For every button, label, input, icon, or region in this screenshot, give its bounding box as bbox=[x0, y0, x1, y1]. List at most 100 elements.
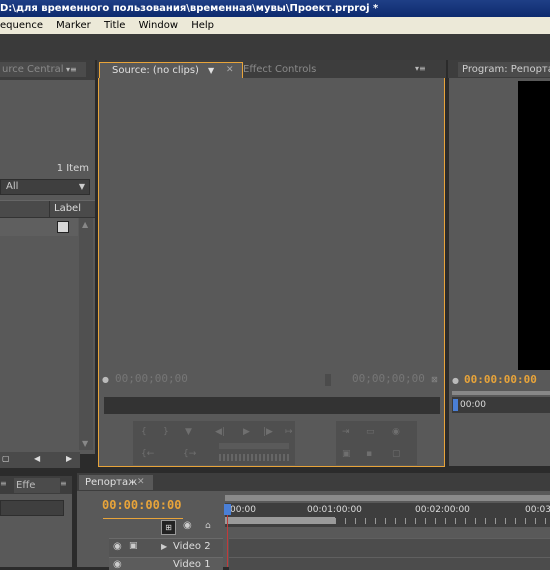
ruler-label: 00:01:00:00 bbox=[307, 505, 362, 515]
eye-icon[interactable]: ◉ bbox=[113, 559, 122, 570]
project-tab-bar: urce Central ▾≡ bbox=[0, 60, 95, 80]
zoom-scroll-bar[interactable] bbox=[225, 517, 335, 524]
program-time-ruler[interactable]: 00:00 bbox=[452, 397, 550, 413]
list-item[interactable] bbox=[0, 218, 78, 236]
menu-marker[interactable]: Marker bbox=[56, 20, 91, 31]
marker-icon[interactable]: ▼ bbox=[185, 427, 192, 437]
panel-menu-icon[interactable]: ▾≡ bbox=[66, 65, 80, 75]
resource-central-tab-label: urce Central bbox=[2, 64, 64, 75]
timeline-timecode[interactable]: 00:00:00:00 bbox=[102, 498, 181, 512]
label-column-header[interactable]: Label bbox=[54, 203, 81, 214]
program-monitor-panel: ● 00:00:00:00 00:00 bbox=[449, 78, 550, 466]
timecode-underline bbox=[103, 518, 183, 519]
label-color-swatch bbox=[57, 221, 69, 233]
go-out-icon[interactable]: {→ bbox=[183, 449, 196, 459]
eye-icon[interactable]: ◉ bbox=[113, 541, 122, 552]
source-time-ruler[interactable] bbox=[104, 397, 440, 414]
effects-search-input[interactable] bbox=[0, 500, 64, 516]
playhead[interactable] bbox=[224, 504, 231, 515]
scroll-right-icon[interactable]: ▶ bbox=[66, 454, 72, 463]
source-tab[interactable]: Source: (no clips) ▼ ✕ bbox=[99, 62, 243, 78]
snap-icon[interactable]: ⊞ bbox=[161, 520, 176, 535]
export-frame-icon[interactable]: ▣ bbox=[342, 449, 351, 459]
set-in-icon[interactable]: { bbox=[141, 427, 147, 437]
safe-margins-icon[interactable]: ⊠ bbox=[431, 375, 438, 384]
effect-controls-tab[interactable]: Effect Controls bbox=[243, 62, 353, 77]
panel-menu-icon[interactable]: ▾≡ bbox=[415, 64, 426, 73]
play-icon[interactable]: ▶ bbox=[243, 427, 250, 437]
step-back-icon[interactable]: ◀| bbox=[215, 427, 225, 437]
playhead-marker-icon: ● bbox=[102, 375, 109, 384]
audio-icon[interactable]: ◉ bbox=[392, 427, 400, 437]
loop-icon[interactable]: ↦ bbox=[285, 427, 293, 437]
timeline-ruler[interactable]: :00:00 00:01:00:00 00:02:00:00 00:03 bbox=[225, 503, 550, 527]
scroll-up-icon[interactable]: ▲ bbox=[82, 220, 88, 229]
program-tab-label: Program: Репортаж bbox=[462, 64, 550, 75]
panel-menu-icon[interactable]: ≡ bbox=[60, 479, 70, 490]
menu-sequence[interactable]: equence bbox=[0, 20, 43, 31]
ruler-label: 00:03 bbox=[525, 505, 550, 515]
sequence-tab-label: Репортаж bbox=[85, 477, 138, 488]
project-bottom-bar: ▢ ◀ ▶ bbox=[0, 452, 80, 468]
icon-view-icon[interactable]: ▢ bbox=[2, 454, 14, 465]
source-tab-label: Source: (no clips) bbox=[112, 65, 199, 76]
keyframe-icon[interactable]: ◉ bbox=[183, 520, 192, 531]
source-tab-bar: Source: (no clips) ▼ ✕ Effect Controls ▾… bbox=[97, 60, 446, 78]
track-lane[interactable] bbox=[229, 557, 550, 570]
track-name: Video 1 bbox=[173, 559, 211, 570]
insert-icon[interactable]: ⇥ bbox=[342, 427, 350, 437]
marker-icon[interactable]: ⌂ bbox=[205, 521, 211, 531]
scroll-down-icon[interactable]: ▼ bbox=[82, 439, 88, 448]
lock-icon[interactable]: ▣ bbox=[129, 541, 138, 551]
timeline-tab-bar: Репортаж ✕ bbox=[77, 473, 550, 491]
program-timecode[interactable]: 00:00:00:00 bbox=[464, 373, 537, 386]
playhead-line bbox=[227, 515, 228, 567]
source-monitor-panel: ● 00;00;00;00 00;00;00;00 ⊠ { } ▼ ◀| ▶ |… bbox=[98, 78, 445, 467]
step-forward-icon[interactable]: |▶ bbox=[263, 427, 273, 437]
menu-title[interactable]: Title bbox=[104, 20, 125, 31]
workspace-gap bbox=[0, 34, 550, 60]
close-icon[interactable]: ✕ bbox=[226, 63, 234, 78]
overlay-icon[interactable]: ▭ bbox=[366, 427, 375, 437]
scrubber-handle bbox=[325, 374, 331, 386]
go-in-icon[interactable]: {← bbox=[141, 449, 154, 459]
sequence-tab[interactable]: Репортаж ✕ bbox=[79, 475, 153, 490]
lower-left-tab-bar: ≡ Effe ≡ bbox=[0, 476, 72, 494]
expand-arrow-icon[interactable]: ▶ bbox=[161, 542, 167, 551]
source-timecode-left[interactable]: 00;00;00;00 bbox=[115, 372, 188, 385]
vertical-scrollbar[interactable]: ▲ ▼ bbox=[79, 218, 93, 450]
close-icon[interactable]: ✕ bbox=[137, 475, 145, 490]
set-out-icon[interactable]: } bbox=[163, 427, 169, 437]
transport-controls: { } ▼ ◀| ▶ |▶ ↦ {← {→ bbox=[133, 421, 295, 465]
chevron-down-icon: ▼ bbox=[78, 182, 85, 191]
program-tab-bar: Program: Репортаж bbox=[448, 60, 550, 78]
window-title: D:\для временного пользования\временная\… bbox=[0, 3, 379, 14]
filter-dropdown[interactable]: All ▼ bbox=[0, 179, 90, 195]
track-header: ◉ Video 1 bbox=[109, 557, 223, 570]
timeline-panel: 00:00:00:00 ⊞ ◉ ⌂ :00:00 00:01:00:00 00:… bbox=[77, 491, 550, 570]
project-panel: 1 Item All ▼ Label ▲ ▼ bbox=[0, 80, 95, 454]
playhead[interactable] bbox=[453, 399, 458, 411]
camera-icon[interactable]: ▪ bbox=[366, 449, 372, 459]
track-name: Video 2 bbox=[173, 541, 211, 552]
source-timecode-right[interactable]: 00;00;00;00 bbox=[352, 372, 425, 385]
effects-tab[interactable]: Effe bbox=[14, 478, 60, 493]
item-count: 1 Item bbox=[56, 163, 89, 174]
output-icon[interactable]: ▢ bbox=[392, 449, 401, 459]
work-area-bar[interactable] bbox=[225, 495, 550, 501]
shuttle-slider[interactable] bbox=[219, 443, 289, 449]
effect-controls-tab-label: Effect Controls bbox=[243, 64, 317, 75]
edit-controls: ⇥ ▭ ◉ ▣ ▪ ▢ bbox=[336, 421, 417, 465]
program-tab[interactable]: Program: Репортаж bbox=[458, 62, 550, 77]
menu-help[interactable]: Help bbox=[191, 20, 214, 31]
jog-dial[interactable] bbox=[219, 454, 289, 461]
project-column-header: Label bbox=[0, 200, 95, 218]
column-divider bbox=[49, 201, 50, 217]
panel-menu-icon[interactable]: ≡ bbox=[0, 479, 8, 490]
track-header: ◉ ▣ ▶ Video 2 bbox=[109, 538, 223, 557]
track-lane[interactable] bbox=[229, 538, 550, 557]
source-dropdown-icon[interactable]: ▼ bbox=[208, 63, 214, 78]
scroll-left-icon[interactable]: ◀ bbox=[34, 454, 40, 463]
program-work-area-bar[interactable] bbox=[452, 391, 550, 395]
menu-window[interactable]: Window bbox=[139, 20, 178, 31]
